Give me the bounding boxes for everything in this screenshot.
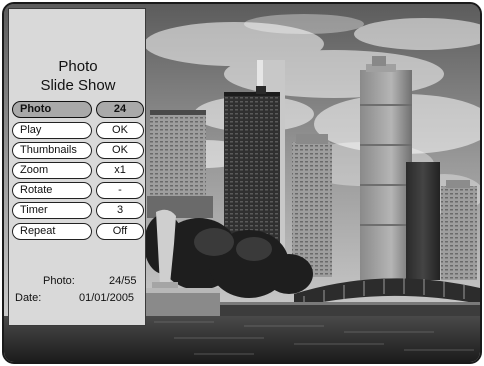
menu-item-repeat[interactable]: Repeat Off — [12, 223, 146, 240]
menu-item-photo[interactable]: Photo 24 — [12, 101, 146, 118]
menu-item-zoom[interactable]: Zoom x1 — [12, 162, 146, 179]
menu-item-label[interactable]: Play — [12, 122, 92, 139]
panel-title-line2: Slide Show — [40, 77, 116, 94]
photo-index-label: Photo: — [43, 275, 75, 287]
menu-item-thumbnails[interactable]: Thumbnails OK — [12, 142, 146, 159]
menu-item-label[interactable]: Zoom — [12, 162, 92, 179]
menu-item-label[interactable]: Timer — [12, 202, 92, 219]
menu-item-play[interactable]: Play OK — [12, 122, 146, 139]
menu-item-rotate[interactable]: Rotate - — [12, 182, 146, 199]
menu-item-label[interactable]: Thumbnails — [12, 142, 92, 159]
panel-title-line1: Photo — [58, 58, 98, 75]
menu-item-label[interactable]: Repeat — [12, 223, 92, 240]
menu-item-value[interactable]: Off — [96, 223, 144, 240]
menu-item-label[interactable]: Rotate — [12, 182, 92, 199]
slideshow-screen: Photo Slide Show Photo 24 Play OK Thumbn… — [2, 2, 482, 364]
menu-item-value[interactable]: 24 — [96, 101, 144, 118]
menu-item-value[interactable]: x1 — [96, 162, 144, 179]
menu-item-value[interactable]: OK — [96, 142, 144, 159]
slideshow-menu-panel: Photo Slide Show Photo 24 Play OK Thumbn… — [8, 8, 146, 326]
photo-index-value: 24/55 — [109, 275, 137, 287]
menu-item-value[interactable]: OK — [96, 122, 144, 139]
photo-date-value: 01/01/2005 — [79, 292, 135, 304]
menu-item-value[interactable]: 3 — [96, 202, 144, 219]
menu-item-value[interactable]: - — [96, 182, 144, 199]
panel-title: Photo Slide Show — [9, 57, 147, 95]
menu-item-label[interactable]: Photo — [12, 101, 92, 118]
photo-date-label: Date: — [15, 292, 42, 304]
menu-item-timer[interactable]: Timer 3 — [12, 202, 146, 219]
